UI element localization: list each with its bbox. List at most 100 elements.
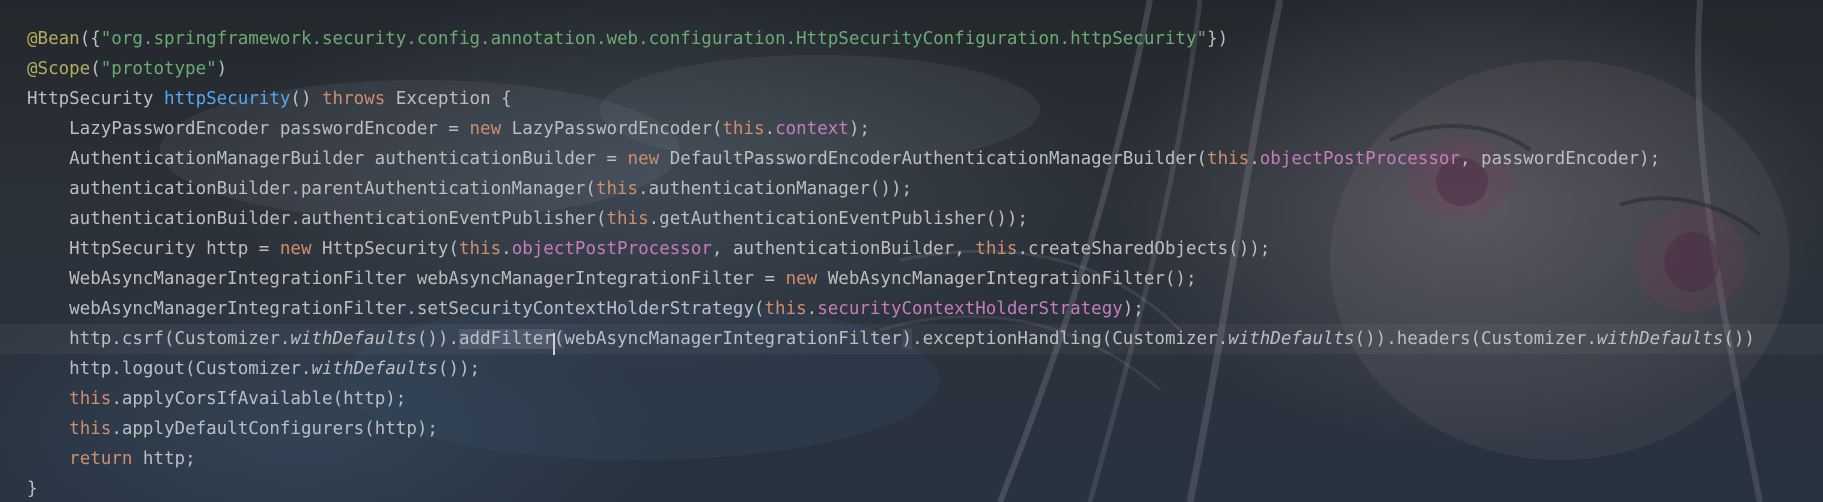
code-token: this [722, 119, 765, 139]
code-token: ) [216, 59, 228, 79]
code-token: . [1249, 149, 1260, 169]
code-line[interactable]: @Scope("prototype") [0, 54, 1823, 84]
code-token: this [606, 209, 649, 229]
code-token: return [69, 449, 143, 469]
code-token: new [627, 149, 670, 169]
code-token: HttpSecurity [27, 89, 164, 109]
code-token: http.csrf(Customizer. [27, 329, 291, 349]
code-token: withDefaults [1596, 329, 1724, 349]
code-line[interactable]: this.applyDefaultConfigurers(http); [0, 414, 1823, 444]
code-token: }) [1207, 29, 1229, 49]
code-token: context [775, 119, 849, 139]
code-line[interactable]: http.logout(Customizer.withDefaults()); [0, 354, 1823, 384]
code-line[interactable]: HttpSecurity httpSecurity() throws Excep… [0, 84, 1823, 114]
code-token: this [595, 179, 639, 199]
code-line-text: this.applyCorsIfAvailable(http); [27, 384, 406, 414]
code-token: this [764, 299, 807, 319]
code-line[interactable]: LazyPasswordEncoder passwordEncoder = ne… [0, 114, 1823, 144]
code-token: } [27, 479, 38, 499]
code-token: @Bean [27, 29, 80, 49]
code-line[interactable]: this.applyCorsIfAvailable(http); [0, 384, 1823, 414]
code-line-text: WebAsyncManagerIntegrationFilter webAsyn… [27, 264, 1197, 294]
code-token: objectPostProcessor [1259, 149, 1460, 169]
code-token: objectPostProcessor [511, 239, 712, 259]
code-line[interactable]: } [0, 474, 1823, 502]
code-token: , authenticationBuilder, [711, 239, 976, 259]
code-line[interactable]: return http; [0, 444, 1823, 474]
code-token: Exception { [395, 89, 512, 109]
code-token: this [69, 419, 112, 439]
code-token: .applyDefaultConfigurers(http); [111, 419, 438, 439]
code-token: ( [552, 329, 565, 355]
code-line[interactable]: authenticationBuilder.parentAuthenticati… [0, 174, 1823, 204]
code-token: authenticationBuilder.authenticationEven… [27, 209, 607, 229]
code-token: withDefaults [1228, 329, 1355, 349]
code-token: ); [1122, 299, 1144, 319]
code-line-text: http.logout(Customizer.withDefaults()); [27, 354, 480, 384]
code-token: ( [90, 59, 101, 79]
code-token: HttpSecurity( [322, 239, 459, 259]
code-token: httpSecurity [163, 89, 291, 109]
code-token: . [501, 239, 512, 259]
code-line-text: this.applyDefaultConfigurers(http); [27, 414, 438, 444]
code-line[interactable]: authenticationBuilder.authenticationEven… [0, 204, 1823, 234]
code-token: .authenticationManager()); [638, 179, 913, 199]
code-token: this [975, 239, 1018, 259]
code-token: DefaultPasswordEncoderAuthenticationMana… [669, 149, 1208, 169]
code-token: . [806, 299, 818, 319]
code-line-text: http.csrf(Customizer.withDefaults()).add… [27, 324, 1755, 355]
code-token: authenticationBuilder.parentAuthenticati… [27, 179, 596, 199]
code-line[interactable]: WebAsyncManagerIntegrationFilter webAsyn… [0, 264, 1823, 294]
code-line-text: return http; [27, 444, 196, 474]
code-token: ()); [437, 359, 481, 379]
code-token: new [279, 239, 323, 259]
code-token: withDefaults [311, 359, 438, 379]
code-token: ()).headers(Customizer. [1354, 329, 1597, 349]
code-token: ()) [1723, 329, 1755, 349]
code-token: withDefaults [290, 329, 417, 349]
code-token: ) [901, 329, 913, 349]
code-token: this [69, 389, 112, 409]
text-caret [552, 333, 555, 355]
code-token: this [1207, 149, 1250, 169]
code-token: .applyCorsIfAvailable(http); [111, 389, 407, 409]
code-token: WebAsyncManagerIntegrationFilter(); [827, 269, 1197, 289]
code-line[interactable]: webAsyncManagerIntegrationFilter.setSecu… [0, 294, 1823, 324]
code-token: LazyPasswordEncoder( [511, 119, 723, 139]
code-token: this [459, 239, 502, 259]
code-line-text: HttpSecurity http = new HttpSecurity(thi… [27, 234, 1270, 264]
code-line-text: authenticationBuilder.authenticationEven… [27, 204, 1028, 234]
code-line-text: webAsyncManagerIntegrationFilter.setSecu… [27, 294, 1144, 324]
code-token: .exceptionHandling(Customizer. [912, 329, 1229, 349]
code-line-text: @Bean({"org.springframework.security.con… [27, 24, 1228, 54]
code-token: "org.springframework.security.config.ann… [100, 29, 1208, 49]
code-token: throws [322, 89, 396, 109]
code-line-current[interactable]: http.csrf(Customizer.withDefaults()).add… [0, 324, 1823, 355]
code-token: , passwordEncoder); [1459, 149, 1661, 169]
code-line-text: } [27, 474, 38, 502]
code-token: LazyPasswordEncoder passwordEncoder = [27, 119, 470, 139]
code-token: http.logout(Customizer. [27, 359, 312, 379]
code-line[interactable]: AuthenticationManagerBuilder authenticat… [0, 144, 1823, 174]
code-token: () [290, 89, 323, 109]
code-line-text: AuthenticationManagerBuilder authenticat… [27, 144, 1660, 174]
code-token: webAsyncManagerIntegrationFilter.setSecu… [27, 299, 765, 319]
code-token: . [764, 119, 776, 139]
code-line-text: HttpSecurity httpSecurity() throws Excep… [27, 84, 512, 114]
code-line[interactable]: HttpSecurity http = new HttpSecurity(thi… [0, 234, 1823, 264]
code-line-text: authenticationBuilder.parentAuthenticati… [27, 174, 912, 204]
code-token: ()). [416, 329, 459, 349]
code-token: "prototype" [100, 59, 217, 79]
code-token: AuthenticationManagerBuilder authenticat… [27, 149, 628, 169]
code-editor[interactable]: @Bean({"org.springframework.security.con… [0, 0, 1823, 502]
code-token: ({ [79, 29, 101, 49]
code-line[interactable]: @Bean({"org.springframework.security.con… [0, 24, 1823, 54]
code-token: HttpSecurity http = [27, 239, 280, 259]
code-token: @Scope [27, 59, 91, 79]
code-line-text: @Scope("prototype") [27, 54, 227, 84]
code-token: http; [142, 449, 196, 469]
code-token: .getAuthenticationEventPublisher()); [648, 209, 1028, 229]
